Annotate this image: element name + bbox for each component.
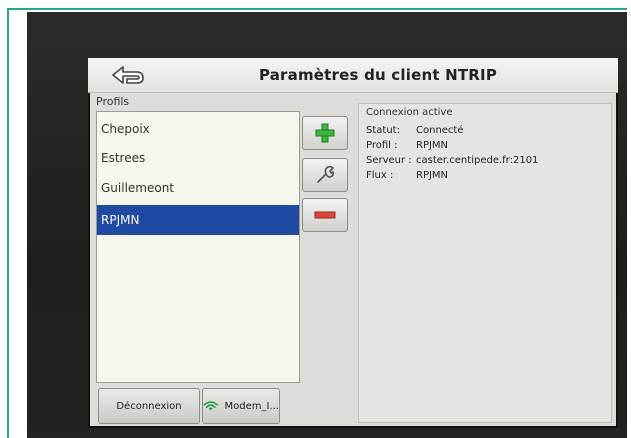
minus-icon (314, 211, 336, 219)
active-connection-title: Connexion active (366, 107, 453, 118)
modem-button[interactable]: Modem_I... (202, 388, 280, 424)
terminal-screen: Paramètres du client NTRIP Profils Chepo… (88, 58, 618, 428)
back-button[interactable] (102, 62, 152, 88)
profile-item-chepoix[interactable]: Chepoix (97, 114, 299, 144)
frame-top-edge (7, 8, 627, 10)
profile-row: Profil : RPJMN (366, 140, 448, 151)
disconnect-label: Déconnexion (116, 400, 182, 412)
modem-label: Modem_I... (224, 400, 279, 412)
plus-icon (315, 123, 335, 143)
frame-left-edge (7, 8, 9, 438)
back-arrow-icon (112, 66, 144, 84)
page-title: Paramètres du client NTRIP (258, 66, 498, 84)
profiles-label: Profils (96, 95, 130, 108)
status-value: Connecté (416, 125, 464, 136)
stream-row: Flux : RPJMN (366, 170, 448, 181)
wifi-icon (203, 401, 219, 411)
profile-key: Profil : (366, 140, 398, 151)
server-key: Serveur : (366, 155, 412, 166)
remove-profile-button[interactable] (302, 198, 348, 232)
profile-item-rpjmn[interactable]: RPJMN (97, 205, 299, 235)
stream-key: Flux : (366, 170, 394, 181)
wrench-icon (317, 165, 334, 183)
status-key: Statut: (366, 125, 400, 136)
disconnect-button[interactable]: Déconnexion (98, 388, 200, 424)
server-row: Serveur : caster.centipede.fr:2101 (366, 155, 538, 166)
profile-item-guillemeont[interactable]: Guillemeont (97, 173, 299, 203)
profile-value: RPJMN (416, 140, 449, 151)
profile-item-estrees[interactable]: Estrees (97, 143, 299, 173)
profile-list: Chepoix Estrees Guillemeont RPJMN (96, 111, 300, 383)
active-connection-panel: Connexion active Statut: Connecté Profil… (358, 103, 612, 423)
add-profile-button[interactable] (302, 116, 348, 150)
title-bar: Paramètres du client NTRIP (88, 58, 618, 93)
edit-profile-button[interactable] (302, 158, 348, 192)
status-row: Statut: Connecté (366, 125, 464, 136)
stream-value: RPJMN (416, 170, 449, 181)
server-value: caster.centipede.fr:2101 (416, 155, 539, 166)
